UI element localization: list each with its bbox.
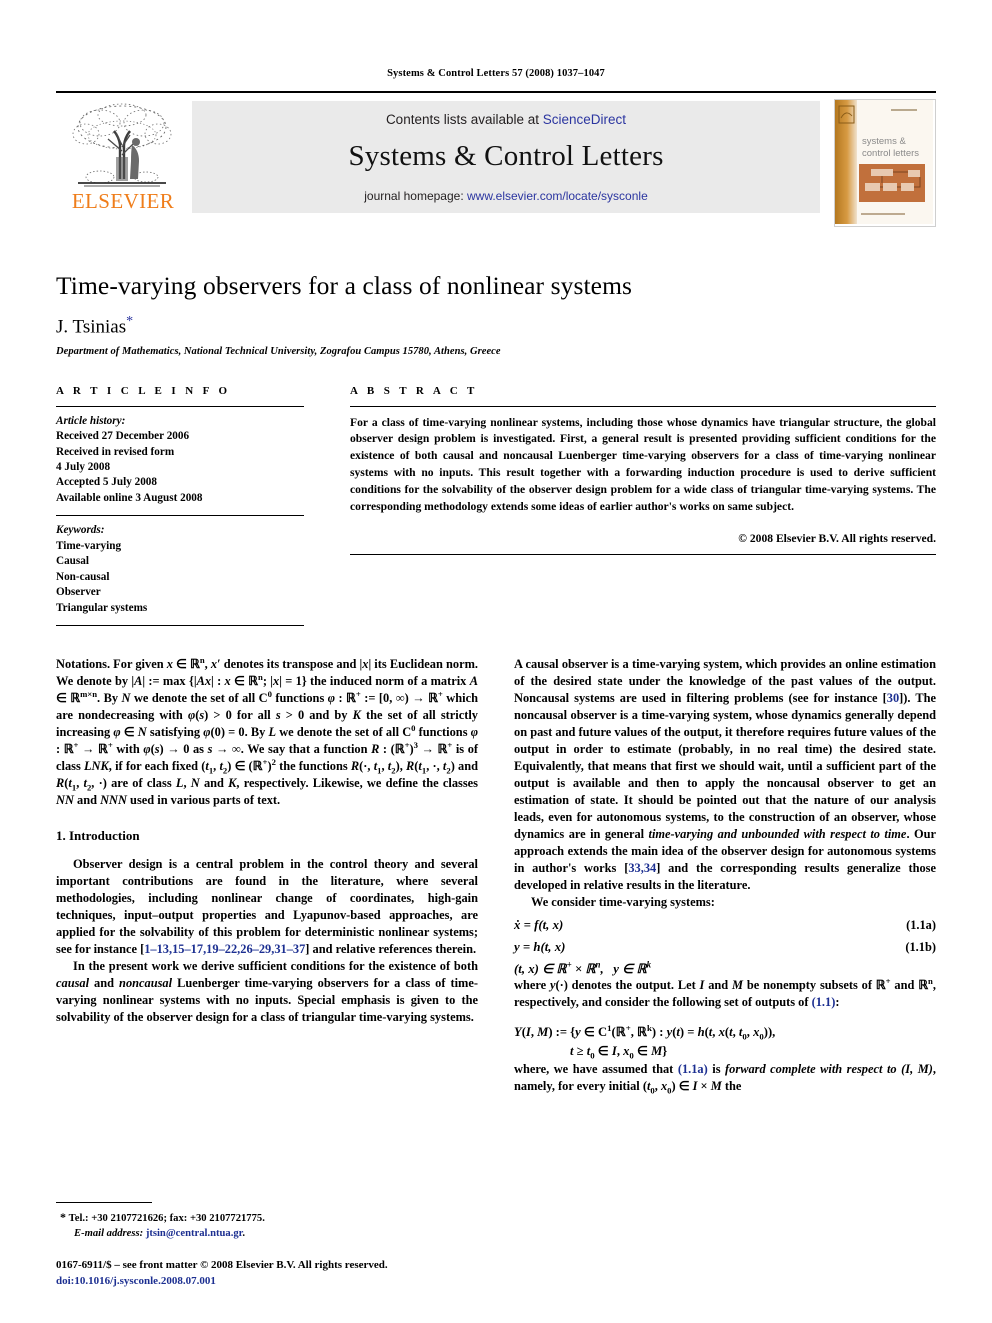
email-note: E-mail address: jtsin@central.ntua.gr. bbox=[56, 1226, 478, 1241]
section-heading-introduction: 1. Introduction bbox=[56, 827, 140, 843]
history-item: Received 27 December 2006 bbox=[56, 430, 190, 443]
citation-link[interactable]: 30 bbox=[887, 691, 899, 705]
email-label: E-mail address: bbox=[74, 1228, 146, 1240]
right-paragraph-1: A causal observer is a time-varying syst… bbox=[514, 657, 936, 892]
equation-reference-link[interactable]: (1.1) bbox=[812, 995, 836, 1009]
journal-masthead: ELSEVIER Contents lists available at Sci… bbox=[56, 91, 936, 227]
doi-line: doi:10.1016/j.sysconle.2008.07.001 bbox=[56, 1274, 478, 1289]
author-name: J. Tsinias bbox=[56, 316, 127, 338]
corresponding-author-note: * Tel.: +30 2107721626; fax: +30 2107721… bbox=[56, 1209, 478, 1226]
journal-homepage-line: journal homepage: www.elsevier.com/locat… bbox=[192, 189, 820, 203]
contents-prefix: Contents lists available at bbox=[385, 112, 543, 127]
right-paragraph-4: where, we have assumed that (1.1a) is fo… bbox=[514, 1061, 936, 1096]
journal-cover-thumbnail[interactable]: systems & control letters bbox=[834, 99, 936, 227]
equation-reference-link[interactable]: (1.1a) bbox=[678, 1062, 708, 1076]
history-item: Accepted 5 July 2008 bbox=[56, 476, 157, 489]
footnote-marker: * bbox=[60, 1210, 66, 1225]
history-item: Available online 3 August 2008 bbox=[56, 491, 203, 504]
journal-banner: Contents lists available at ScienceDirec… bbox=[192, 101, 820, 213]
contents-available-line: Contents lists available at ScienceDirec… bbox=[192, 101, 820, 127]
svg-text:control letters: control letters bbox=[862, 148, 919, 159]
keywords-group: Keywords: Time-varying Causal Non-causal… bbox=[56, 516, 304, 616]
imprint-block: 0167-6911/$ – see front matter © 2008 El… bbox=[56, 1258, 478, 1289]
footnote-tel: Tel.: +30 2107721626; fax: +30 210772177… bbox=[68, 1213, 265, 1225]
article-history-label: Article history: bbox=[56, 414, 126, 427]
info-abstract-section: A R T I C L E I N F O Article history: R… bbox=[56, 384, 936, 627]
article-info-column: A R T I C L E I N F O Article history: R… bbox=[56, 384, 304, 627]
equation-output-set: Y(I, M) := {y ∈ C1(ℝ+, ℝk) : y(t) = h(t,… bbox=[514, 1022, 776, 1061]
journal-title: Systems & Control Letters bbox=[348, 140, 664, 172]
doi-label: doi: bbox=[56, 1274, 75, 1287]
copyright-line: © 2008 Elsevier B.V. All rights reserved… bbox=[738, 532, 936, 546]
doi-value[interactable]: 10.1016/j.sysconle.2008.07.001 bbox=[74, 1275, 215, 1287]
citation-link[interactable]: 1–13,15–17,19–22,26–29,31–37 bbox=[144, 942, 305, 956]
article-history-group: Article history: Received 27 December 20… bbox=[56, 407, 304, 507]
abstract-label: A B S T R A C T bbox=[350, 384, 478, 397]
keyword-item: Time-varying bbox=[56, 539, 122, 552]
issn-front-matter: 0167-6911/$ – see front matter © 2008 El… bbox=[56, 1259, 388, 1272]
affiliation: Department of Mathematics, National Tech… bbox=[56, 345, 501, 357]
svg-text:systems &: systems & bbox=[862, 136, 906, 147]
article-first-page: Systems & Control Letters 57 (2008) 1037… bbox=[0, 0, 992, 1323]
abstract-text: For a class of time-varying nonlinear sy… bbox=[350, 415, 936, 513]
corresponding-author-marker[interactable]: * bbox=[126, 314, 133, 329]
homepage-url-link[interactable]: www.elsevier.com/locate/sysconle bbox=[467, 189, 648, 203]
sciencedirect-link[interactable]: ScienceDirect bbox=[543, 112, 626, 127]
right-paragraph-3: where y(·) denotes the output. Let I and… bbox=[514, 975, 936, 1009]
article-info-label: A R T I C L E I N F O bbox=[56, 384, 231, 397]
elsevier-wordmark: ELSEVIER bbox=[71, 189, 175, 213]
equation-tag: (1.1b) bbox=[905, 939, 936, 954]
left-column: Notations. For given x ∈ ℝn, x′ denotes … bbox=[56, 656, 478, 1094]
equation-body: ẋ = f(t, x) bbox=[514, 917, 564, 932]
history-item: 4 July 2008 bbox=[56, 461, 111, 473]
email-link[interactable]: jtsin@central.ntua.gr bbox=[146, 1228, 243, 1239]
keywords-label: Keywords: bbox=[56, 524, 105, 537]
divider bbox=[56, 625, 304, 627]
body-columns: Notations. For given x ∈ ℝn, x′ denotes … bbox=[56, 656, 936, 1095]
notations-heading: Notations. bbox=[56, 657, 111, 672]
equation-1-1b: y = h(t, x) (1.1b) bbox=[514, 940, 936, 955]
author-line: J. Tsinias* bbox=[56, 314, 936, 338]
running-head: Systems & Control Letters 57 (2008) 1037… bbox=[387, 68, 605, 79]
intro-paragraph-2: In the present work we derive sufficient… bbox=[56, 958, 478, 1024]
title-block: Time-varying observers for a class of no… bbox=[56, 271, 936, 357]
divider bbox=[350, 554, 936, 556]
keyword-item: Non-causal bbox=[56, 570, 110, 583]
citation-link[interactable]: 33,34 bbox=[628, 861, 656, 875]
intro-paragraph-1: Observer design is a central problem in … bbox=[56, 856, 478, 956]
notations-paragraph: Notations. For given x ∈ ℝn, x′ denotes … bbox=[56, 654, 479, 807]
page-title: Time-varying observers for a class of no… bbox=[56, 271, 633, 300]
keyword-item: Observer bbox=[56, 586, 101, 599]
footnote-block: * Tel.: +30 2107721626; fax: +30 2107721… bbox=[56, 1202, 478, 1289]
homepage-label: journal homepage: bbox=[364, 189, 467, 203]
equation-tag: (1.1a) bbox=[906, 917, 936, 932]
keyword-item: Causal bbox=[56, 555, 89, 568]
right-column: A causal observer is a time-varying syst… bbox=[514, 656, 936, 1094]
history-item: Received in revised form bbox=[56, 445, 175, 458]
equation-domain-line: (t, x) ∈ ℝ+ × ℝn, y ∈ ℝk bbox=[514, 959, 652, 976]
abstract-column: A B S T R A C T For a class of time-vary… bbox=[350, 385, 936, 626]
equation-1-1a: ẋ = f(t, x) (1.1a) bbox=[514, 918, 936, 933]
right-paragraph-2: We consider time-varying systems: bbox=[531, 894, 715, 909]
keyword-item: Triangular systems bbox=[56, 601, 148, 614]
divider bbox=[56, 1202, 152, 1204]
email-period: . bbox=[242, 1228, 246, 1240]
equation-body: y = h(t, x) bbox=[514, 939, 566, 954]
